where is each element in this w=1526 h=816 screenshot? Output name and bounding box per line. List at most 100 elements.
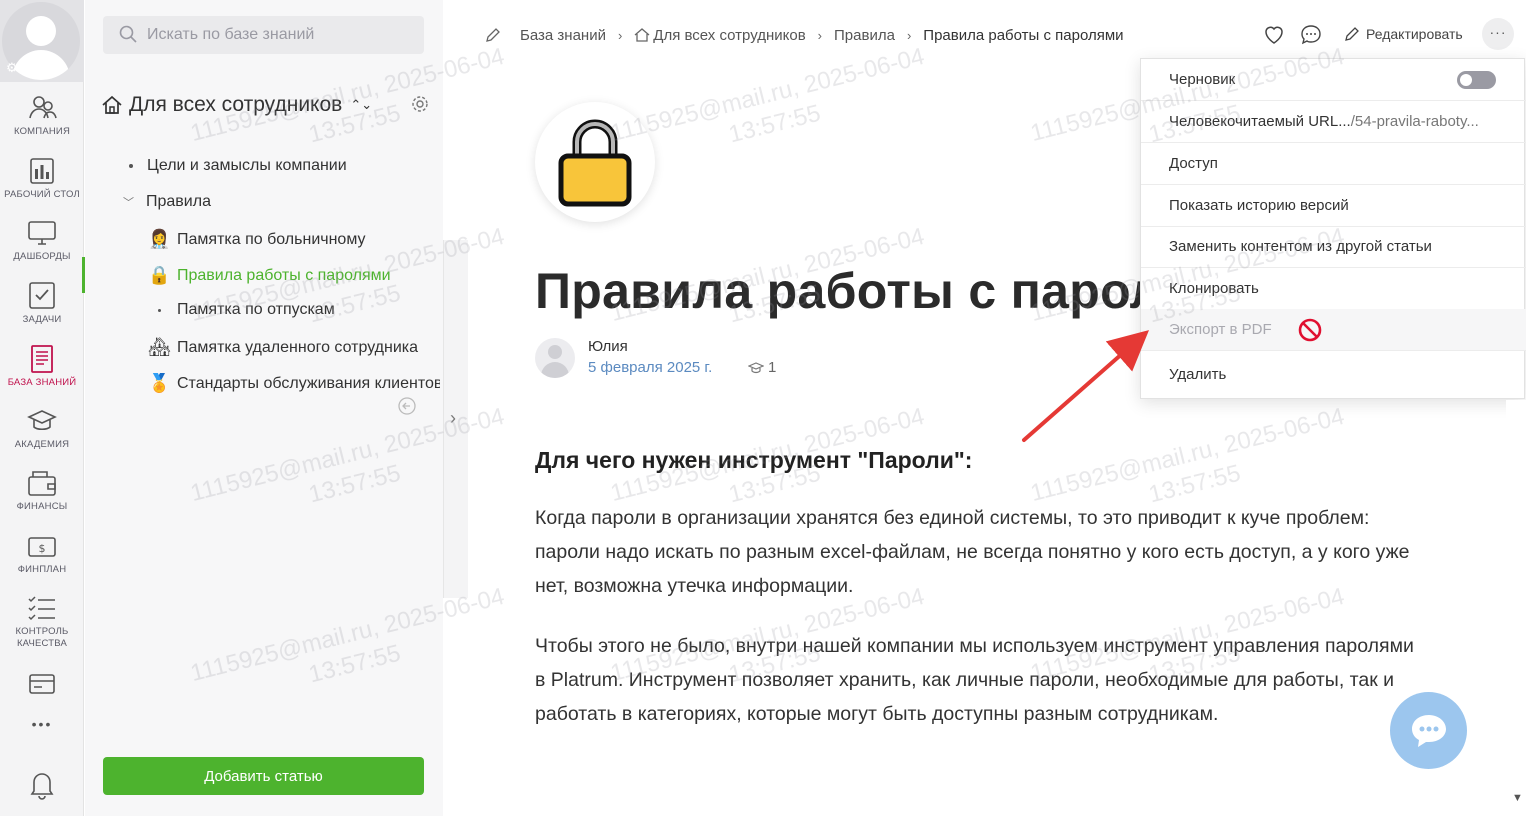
tree-node-label: Цели и замыслы компании [147, 157, 347, 174]
tree-node-folder[interactable]: ﹀ Правила [123, 193, 211, 211]
breadcrumb-link[interactable]: Правила [834, 27, 895, 44]
breadcrumb-separator: › [617, 27, 623, 43]
tree-node[interactable]: 🏅 Стандарты обслуживания клиентов [148, 373, 440, 394]
tree-node[interactable]: Памятка по отпускам [158, 301, 335, 319]
tasks-icon [29, 282, 55, 309]
article-cover-icon [535, 102, 655, 222]
avatar-settings-icon[interactable]: ⚙ [6, 60, 18, 76]
chat-bubble-icon [1412, 715, 1446, 747]
bullet-icon [129, 164, 133, 168]
rail-item-cards[interactable] [0, 668, 84, 700]
comment-icon[interactable] [1299, 22, 1323, 46]
menu-item-access[interactable]: Доступ [1141, 143, 1526, 185]
more-options-button[interactable]: ··· [1482, 18, 1514, 50]
rail-label: ЗАДАЧИ [22, 314, 62, 325]
house-emoji-icon: 🏘 [148, 337, 171, 357]
bullet-icon [158, 308, 161, 312]
rail-more-button[interactable]: ••• [0, 716, 84, 732]
pencil-icon[interactable] [484, 26, 502, 44]
tree-node[interactable]: 👩‍⚕️ Памятка по больничному [148, 229, 366, 250]
no-entry-icon [1298, 318, 1322, 342]
user-avatar[interactable]: ⚙ [0, 0, 84, 82]
page-scrollbar[interactable]: ▼ [1506, 400, 1526, 816]
menu-item-replace[interactable]: Заменить контентом из другой статьи [1141, 226, 1526, 268]
breadcrumb-separator: › [906, 27, 912, 43]
tree-node-label: Правила [146, 193, 211, 210]
menu-item-label: Экспорт в PDF [1169, 321, 1272, 338]
rail-label: КОМПАНИЯ [13, 126, 71, 137]
rail-label: ДАШБОРДЫ [13, 251, 71, 262]
paragraph: Чтобы этого не было, внутри нашей компан… [535, 635, 1414, 725]
article-toolbar: Редактировать [1262, 22, 1463, 46]
chevron-down-icon[interactable]: ﹀ [123, 194, 134, 210]
menu-item-label: Человекочитаемый URL... [1169, 113, 1351, 130]
search-input[interactable] [147, 16, 417, 54]
left-nav-rail: ⚙ КОМПАНИЯ РАБОЧИЙ СТОЛ ДАШБОРДЫ ЗАДАЧИ … [0, 0, 84, 816]
menu-item-delete[interactable]: Удалить [1141, 353, 1526, 395]
edit-label: Редактировать [1366, 26, 1463, 42]
home-icon [102, 95, 122, 114]
rail-item-company[interactable]: КОМПАНИЯ [0, 92, 84, 138]
rail-item-quality-control[interactable]: КОНТРОЛЬ КАЧЕСТВА [0, 592, 84, 650]
tree-node[interactable]: 🏘 Памятка удаленного сотрудника [148, 337, 418, 358]
menu-item-draft[interactable]: Черновик [1141, 59, 1526, 101]
quality-control-icon [28, 596, 55, 621]
breadcrumb: База знаний › Для всех сотрудников › Пра… [484, 26, 1124, 44]
pencil-icon [1345, 27, 1359, 41]
tree-node-label: Стандарты обслуживания клиентов [177, 374, 440, 392]
watermark: 1115925@mail.ru, 2025-06-04 13:57:55 [607, 42, 928, 149]
paragraph: Когда пароли в организации хранятся без … [535, 507, 1410, 597]
edit-button[interactable]: Редактировать [1344, 26, 1463, 42]
add-article-button[interactable]: Добавить статью [103, 757, 424, 795]
company-icon [29, 96, 57, 119]
tree-node-label: Памятка по больничному [177, 230, 366, 248]
lock-icon [558, 119, 632, 207]
gear-icon[interactable] [411, 95, 429, 113]
menu-item-clone[interactable]: Клонировать [1141, 268, 1526, 310]
tree-node[interactable]: Цели и замыслы компании [129, 157, 347, 175]
tree-root-selector[interactable]: Для всех сотрудников ⌃⌄ [101, 92, 372, 118]
author-avatar[interactable] [535, 338, 575, 378]
views-counter: 1 [748, 359, 776, 376]
rail-item-dashboards[interactable]: ДАШБОРДЫ [0, 217, 84, 263]
rail-item-finance[interactable]: ФИНАНСЫ [0, 467, 84, 513]
rail-notifications[interactable] [0, 768, 84, 800]
rail-label: АКАДЕМИЯ [14, 439, 70, 450]
tree-node-label: Правила работы с паролями [177, 266, 391, 284]
knowledge-tree-sidebar: Для всех сотрудников ⌃⌄ Цели и замыслы к… [85, 0, 443, 816]
rail-label: ФИНАНСЫ [16, 501, 68, 512]
author-name[interactable]: Юлия [588, 338, 628, 355]
card-icon [29, 674, 55, 694]
rail-label: ФИНПЛАН [17, 564, 67, 575]
rail-item-tasks[interactable]: ЗАДАЧИ [0, 280, 84, 326]
finplan-icon: $ [28, 537, 56, 557]
breadcrumb-link[interactable]: Для всех сотрудников [653, 27, 805, 44]
updown-chevron-icon: ⌃⌄ [350, 97, 373, 112]
collapse-arrow-icon[interactable] [397, 396, 417, 416]
menu-item-history[interactable]: Показать историю версий [1141, 185, 1526, 227]
sidebar-toggle-handle[interactable]: › [443, 240, 468, 598]
scroll-down-arrow-icon[interactable]: ▼ [1512, 792, 1523, 804]
desktop-icon [30, 158, 54, 184]
draft-toggle[interactable] [1457, 71, 1496, 89]
breadcrumb-link[interactable]: База знаний [520, 27, 606, 44]
rail-label: КОНТРОЛЬ КАЧЕСТВА [15, 626, 69, 649]
tree-root-title: Для всех сотрудников [129, 93, 343, 116]
doctor-emoji-icon: 👩‍⚕️ [148, 229, 171, 249]
search-icon [119, 25, 137, 43]
monitor-icon [28, 221, 56, 245]
rail-item-finplan[interactable]: $ ФИНПЛАН [0, 530, 84, 576]
chat-widget-button[interactable] [1390, 692, 1467, 769]
tree-node-active[interactable]: 🔒 Правила работы с паролями [148, 265, 391, 286]
rail-item-knowledge-base[interactable]: БАЗА ЗНАНИЙ [0, 343, 84, 389]
rail-item-desktop[interactable]: РАБОЧИЙ СТОЛ [0, 155, 84, 201]
breadcrumb-separator: › [817, 27, 823, 43]
search-box[interactable] [103, 16, 424, 54]
rail-item-academy[interactable]: АКАДЕМИЯ [0, 405, 84, 451]
tree-node-label: Памятка по отпускам [177, 301, 335, 318]
menu-item-url[interactable]: Человекочитаемый URL.../54-pravila-rabot… [1141, 101, 1526, 143]
rail-label: РАБОЧИЙ СТОЛ [4, 189, 80, 200]
views-count: 1 [768, 359, 777, 376]
academy-icon [27, 410, 57, 431]
heart-icon[interactable] [1262, 22, 1286, 46]
